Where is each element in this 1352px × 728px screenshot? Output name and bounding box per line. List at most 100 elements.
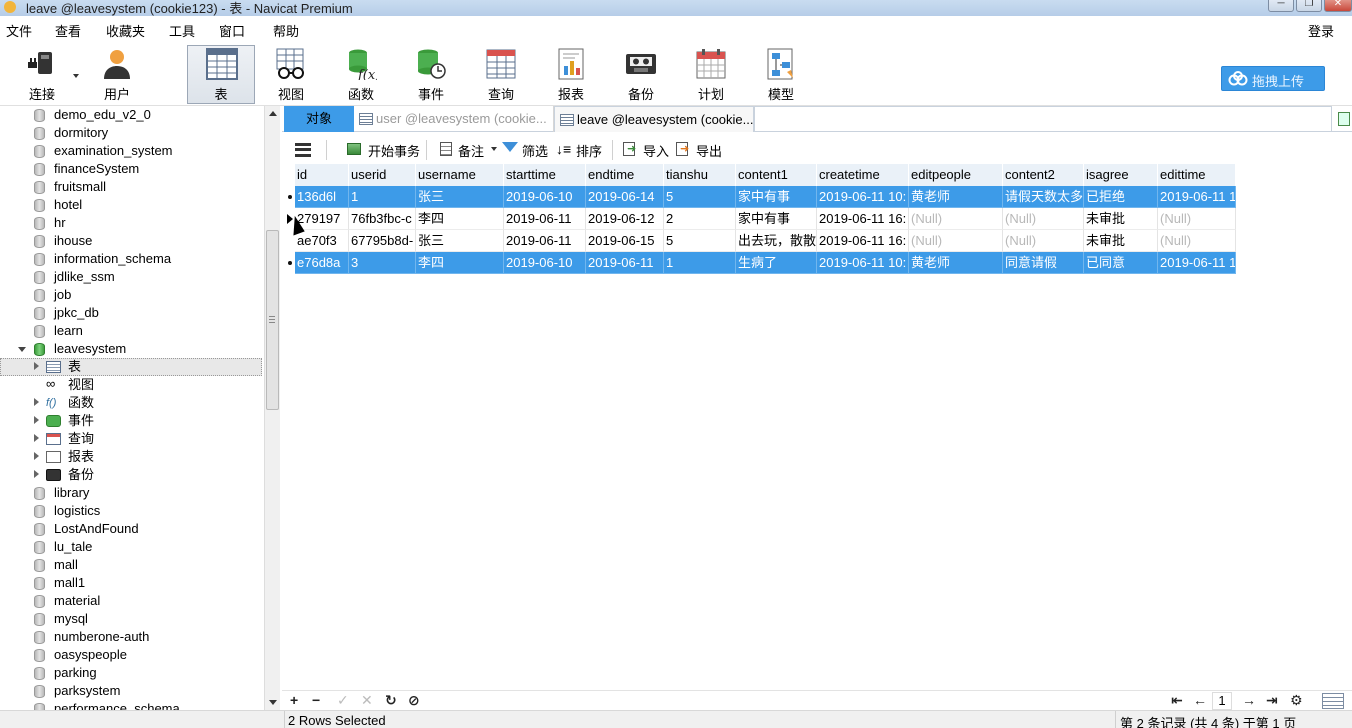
expand-arrow-icon[interactable] [34,470,39,478]
column-header-edittime[interactable]: edittime [1158,164,1236,186]
discard-changes-icon[interactable]: ✕ [361,692,373,709]
cell-createtime[interactable]: 2019-06-11 10: [817,186,909,208]
cell-id[interactable]: e76d8a [295,252,349,274]
tree-db-after-8[interactable]: numberone-auth [34,628,260,646]
column-header-username[interactable]: username [416,164,504,186]
cell-edittime[interactable]: (Null) [1158,230,1236,252]
page-number-field[interactable]: 1 [1212,692,1232,710]
login-link[interactable]: 登录 [1308,21,1334,40]
cell-content2[interactable]: 请假天数太多 [1003,186,1084,208]
tree-db-item-7[interactable]: ihouse [34,232,260,250]
toolbar-view-button[interactable]: 视图 [259,46,323,104]
cell-username[interactable]: 张三 [416,186,504,208]
tree-db-item-3[interactable]: financeSystem [34,160,260,178]
cell-id[interactable]: 136d6l [295,186,349,208]
apply-changes-icon[interactable]: ✓ [337,692,349,709]
tree-node-query[interactable]: 查询 [32,430,260,448]
column-header-editpeople[interactable]: editpeople [909,164,1003,186]
cell-editpeople[interactable]: (Null) [909,230,1003,252]
cell-isagree[interactable]: 已拒绝 [1084,186,1158,208]
tab-objects[interactable]: 对象 [284,106,354,132]
restore-button[interactable]: ❐ [1296,0,1322,12]
cell-isagree[interactable]: 已同意 [1084,252,1158,274]
menu-help[interactable]: 帮助 [273,21,299,40]
toolbar-schedule-button[interactable]: 计划 [679,46,743,104]
cell-userid[interactable]: 1 [349,186,416,208]
chevron-down-icon[interactable] [73,74,79,78]
cell-edittime[interactable]: 2019-06-11 1 [1158,186,1236,208]
tree-db-item-2[interactable]: examination_system [34,142,260,160]
toolbar-table-button[interactable]: 表 [187,45,255,104]
column-header-id[interactable]: id [295,164,349,186]
cell-content1[interactable]: 生病了 [736,252,817,274]
cell-isagree[interactable]: 未审批 [1084,208,1158,230]
cell-isagree[interactable]: 未审批 [1084,230,1158,252]
expand-arrow-icon[interactable] [18,347,26,352]
toolbar-function-button[interactable]: f(x) 函数 [329,46,393,104]
chevron-down-icon[interactable] [491,147,497,151]
tree-node-view-glasses[interactable]: ∞ 视图 [32,376,260,394]
next-page-icon[interactable]: → [1242,692,1256,708]
cell-username[interactable]: 张三 [416,230,504,252]
cell-tianshu[interactable]: 5 [664,186,736,208]
tree-db-after-12[interactable]: performance_schema [34,700,260,710]
tree-db-after-2[interactable]: LostAndFound [34,520,260,538]
cell-tianshu[interactable]: 1 [664,252,736,274]
tree-db-item-9[interactable]: jdlike_ssm [34,268,260,286]
gear-icon[interactable]: ⚙ [1290,692,1303,709]
first-page-icon[interactable]: ⇤ [1171,692,1183,709]
close-button[interactable]: ✕ [1324,0,1352,12]
column-header-content1[interactable]: content1 [736,164,817,186]
tree-db-item-5[interactable]: hotel [34,196,260,214]
tree-db-item-12[interactable]: learn [34,322,260,340]
cell-endtime[interactable]: 2019-06-11 [586,252,664,274]
cell-createtime[interactable]: 2019-06-11 10: [817,252,909,274]
tree-db-after-3[interactable]: lu_tale [34,538,260,556]
cell-userid[interactable]: 76fb3fbc-c [349,208,416,230]
cell-starttime[interactable]: 2019-06-11 [504,208,586,230]
cell-content1[interactable]: 家中有事 [736,208,817,230]
tree-db-leavesystem[interactable]: leavesystem [18,340,260,358]
hamburger-menu-icon[interactable] [295,143,311,157]
scroll-down-arrow-icon[interactable] [269,700,277,705]
cell-content2[interactable]: (Null) [1003,230,1084,252]
toolbar-backup-button[interactable]: 备份 [609,46,673,104]
column-header-createtime[interactable]: createtime [817,164,909,186]
tree-db-after-1[interactable]: logistics [34,502,260,520]
menu-favorites[interactable]: 收藏夹 [106,21,145,40]
tree-node-function[interactable]: f() 函数 [32,394,260,412]
cell-tianshu[interactable]: 5 [664,230,736,252]
cell-tianshu[interactable]: 2 [664,208,736,230]
column-header-endtime[interactable]: endtime [586,164,664,186]
tree-db-after-4[interactable]: mall [34,556,260,574]
menu-window[interactable]: 窗口 [219,21,245,40]
tree-db-after-7[interactable]: mysql [34,610,260,628]
tab-user-table[interactable]: user @leavesystem (cookie... [354,106,554,132]
toolbar-model-button[interactable]: 模型 [749,46,813,104]
cell-content2[interactable]: (Null) [1003,208,1084,230]
cell-userid[interactable]: 3 [349,252,416,274]
refresh-icon[interactable]: ↻ [385,692,397,709]
tree-db-item-8[interactable]: information_schema [34,250,260,268]
grid-view-icon[interactable] [1322,693,1344,709]
add-record-icon[interactable]: + [290,692,298,708]
cell-content1[interactable]: 家中有事 [736,186,817,208]
tree-db-after-5[interactable]: mall1 [34,574,260,592]
column-header-userid[interactable]: userid [349,164,416,186]
cell-createtime[interactable]: 2019-06-11 16: [817,208,909,230]
tree-db-after-6[interactable]: material [34,592,260,610]
cell-userid[interactable]: 67795b8d- [349,230,416,252]
minimize-button[interactable]: ─ [1268,0,1294,12]
tree-db-after-10[interactable]: parking [34,664,260,682]
new-tab-icon[interactable] [1338,112,1350,126]
tree-node-backup-tape[interactable]: 备份 [32,466,260,484]
cell-editpeople[interactable]: 黄老师 [909,252,1003,274]
column-header-starttime[interactable]: starttime [504,164,586,186]
cell-endtime[interactable]: 2019-06-14 [586,186,664,208]
menu-view[interactable]: 查看 [55,21,81,40]
drag-upload-button[interactable]: 拖拽上传 [1221,66,1325,91]
cell-username[interactable]: 李四 [416,208,504,230]
previous-page-icon[interactable]: ← [1193,692,1207,708]
cell-editpeople[interactable]: 黄老师 [909,186,1003,208]
expand-arrow-icon[interactable] [34,416,39,424]
